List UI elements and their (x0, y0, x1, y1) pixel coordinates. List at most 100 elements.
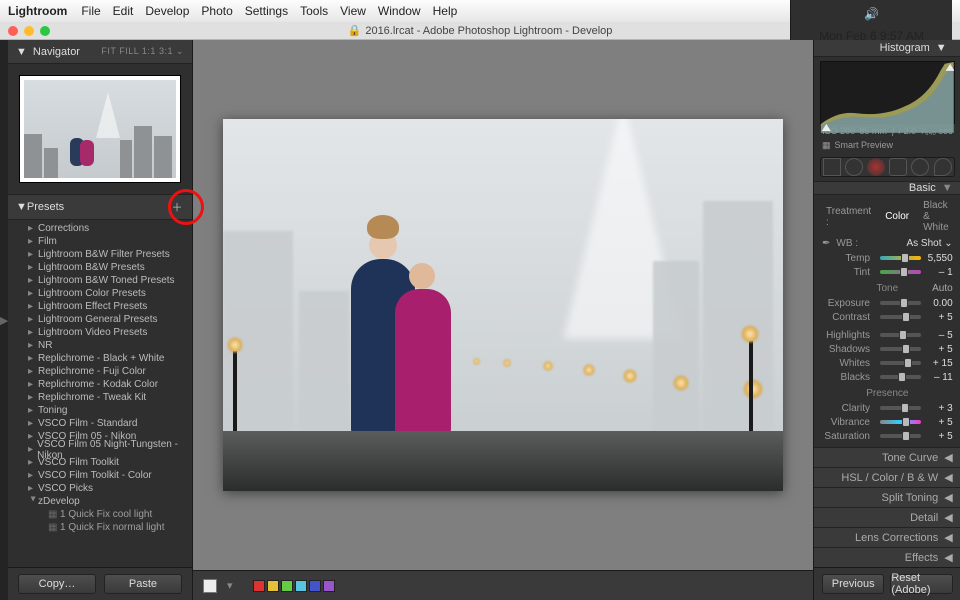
color-label[interactable] (267, 580, 279, 592)
disclosure-triangle-icon[interactable]: ▼ (942, 182, 953, 194)
preset-folder[interactable]: ▸VSCO Film Toolkit - Color (8, 469, 192, 482)
radial-tool[interactable] (911, 158, 929, 176)
reset-button[interactable]: Reset (Adobe) (890, 574, 952, 594)
auto-tone-button[interactable]: Auto (932, 283, 953, 294)
preset-folder[interactable]: ▸Corrections (8, 222, 192, 235)
color-label-swatches[interactable] (253, 580, 335, 592)
spot-tool[interactable] (845, 158, 863, 176)
slider-tint[interactable]: Tint– 1 (822, 265, 953, 279)
preset-item[interactable]: ▦1 Quick Fix cool light (8, 508, 192, 521)
eyedropper-icon[interactable]: ✒ (822, 238, 830, 249)
preset-folder[interactable]: ▸Lightroom Color Presets (8, 287, 192, 300)
preset-folder[interactable]: ▸Lightroom B&W Toned Presets (8, 274, 192, 287)
slider-contrast[interactable]: Contrast+ 5 (822, 310, 953, 324)
minimize-window[interactable] (24, 26, 34, 36)
preset-folder[interactable]: ▸NR (8, 339, 192, 352)
treatment-color[interactable]: Color (881, 210, 913, 223)
preset-folder[interactable]: ▸Lightroom B&W Filter Presets (8, 248, 192, 261)
navigator-zoom-modes[interactable]: FIT FILL 1:1 3:1 ⌄ (101, 46, 184, 57)
slider-whites[interactable]: Whites+ 15 (822, 356, 953, 370)
menu-help[interactable]: Help (433, 4, 458, 18)
bottom-toolbar: ▾ (193, 570, 813, 600)
window-controls[interactable] (8, 26, 50, 36)
volume-icon[interactable]: 🔊 (864, 7, 879, 21)
close-window[interactable] (8, 26, 18, 36)
zoom-window[interactable] (40, 26, 50, 36)
panel-hsl-color-b-w[interactable]: HSL / Color / B & W◀ (814, 467, 960, 487)
slider-exposure[interactable]: Exposure0.00 (822, 296, 953, 310)
slider-highlights[interactable]: Highlights– 5 (822, 328, 953, 342)
histogram-header[interactable]: Histogram ▼ (814, 40, 960, 57)
color-label[interactable] (323, 580, 335, 592)
left-edge-grip[interactable]: ▶ (0, 40, 8, 600)
basic-panel-header[interactable]: Basic ▼ (814, 181, 960, 195)
preset-folder[interactable]: ▸Toning (8, 404, 192, 417)
panel-lens-corrections[interactable]: Lens Corrections◀ (814, 527, 960, 547)
slider-temp[interactable]: Temp5,550 (822, 251, 953, 265)
preset-folder[interactable]: ▸VSCO Film 05 Night-Tungsten - Nikon (8, 443, 192, 456)
slider-shadows[interactable]: Shadows+ 5 (822, 342, 953, 356)
color-label[interactable] (281, 580, 293, 592)
menu-window[interactable]: Window (378, 4, 421, 18)
disclosure-triangle-icon[interactable]: ▼ (16, 46, 27, 58)
preset-folder[interactable]: ▸Replichrome - Kodak Color (8, 378, 192, 391)
flag-dropdown-icon[interactable]: ▾ (227, 579, 233, 592)
preset-folder[interactable]: ▸Lightroom General Presets (8, 313, 192, 326)
presets-list[interactable]: ▸Corrections▸Film▸Lightroom B&W Filter P… (8, 220, 192, 567)
wb-dropdown[interactable]: As Shot ⌄ (906, 238, 952, 249)
disclosure-triangle-icon[interactable]: ▼ (16, 201, 27, 213)
preset-folder[interactable]: ▸Replichrome - Tweak Kit (8, 391, 192, 404)
slider-saturation[interactable]: Saturation+ 5 (822, 429, 953, 443)
color-label[interactable] (309, 580, 321, 592)
photo-preview[interactable] (223, 119, 783, 491)
color-label[interactable] (253, 580, 265, 592)
menu-develop[interactable]: Develop (145, 4, 189, 18)
gradient-tool[interactable] (889, 158, 907, 176)
redeye-tool[interactable] (867, 158, 885, 176)
menu-edit[interactable]: Edit (113, 4, 134, 18)
disclosure-triangle-icon[interactable]: ▼ (936, 42, 947, 54)
menu-view[interactable]: View (340, 4, 366, 18)
panel-split-toning[interactable]: Split Toning◀ (814, 487, 960, 507)
disclosure-triangle-icon: ◀ (944, 491, 952, 504)
apple-menu[interactable]: Lightroom (8, 4, 67, 18)
histogram-display[interactable] (820, 61, 955, 124)
preset-folder[interactable]: ▸VSCO Film - Standard (8, 417, 192, 430)
slider-vibrance[interactable]: Vibrance+ 5 (822, 415, 953, 429)
panel-tone-curve[interactable]: Tone Curve◀ (814, 447, 960, 467)
app-menus[interactable]: File Edit Develop Photo Settings Tools View Win… (81, 4, 469, 18)
navigator-header[interactable]: ▼ Navigator FIT FILL 1:1 3:1 ⌄ (8, 40, 192, 64)
paste-settings-button[interactable]: Paste (104, 574, 182, 594)
navigator-preview[interactable] (8, 64, 192, 194)
disclosure-triangle-icon: ◀ (944, 551, 952, 564)
panel-effects[interactable]: Effects◀ (814, 547, 960, 567)
add-preset-button[interactable]: ＋ (170, 200, 184, 214)
copy-settings-button[interactable]: Copy… (18, 574, 96, 594)
flag-toggle[interactable] (203, 579, 217, 593)
preset-folder[interactable]: ▸Lightroom Effect Presets (8, 300, 192, 313)
preset-folder[interactable]: ▸Lightroom B&W Presets (8, 261, 192, 274)
slider-blacks[interactable]: Blacks– 11 (822, 370, 953, 384)
preset-folder[interactable]: ▸Film (8, 235, 192, 248)
panel-detail[interactable]: Detail◀ (814, 507, 960, 527)
crop-tool[interactable] (823, 158, 841, 176)
preset-folder[interactable]: ▸zDevelop (8, 495, 192, 508)
menu-file[interactable]: File (81, 4, 100, 18)
menu-tools[interactable]: Tools (300, 4, 328, 18)
menu-settings[interactable]: Settings (245, 4, 288, 18)
develop-tool-strip[interactable] (820, 157, 955, 177)
presets-header[interactable]: ▼ Presets ＋ (8, 194, 192, 220)
mac-menubar: Lightroom File Edit Develop Photo Settings To… (0, 0, 960, 22)
brush-tool[interactable] (934, 158, 952, 176)
color-label[interactable] (295, 580, 307, 592)
previous-button[interactable]: Previous (822, 574, 884, 594)
preset-item[interactable]: ▦1 Quick Fix normal light (8, 521, 192, 534)
preset-folder[interactable]: ▸Lightroom Video Presets (8, 326, 192, 339)
preset-folder[interactable]: ▸VSCO Picks (8, 482, 192, 495)
slider-clarity[interactable]: Clarity+ 3 (822, 401, 953, 415)
preset-folder[interactable]: ▸Replichrome - Black + White (8, 352, 192, 365)
treatment-bw[interactable]: Black & White (919, 199, 953, 234)
preset-folder[interactable]: ▸Replichrome - Fuji Color (8, 365, 192, 378)
presets-title: Presets (27, 201, 64, 213)
menu-photo[interactable]: Photo (201, 4, 232, 18)
